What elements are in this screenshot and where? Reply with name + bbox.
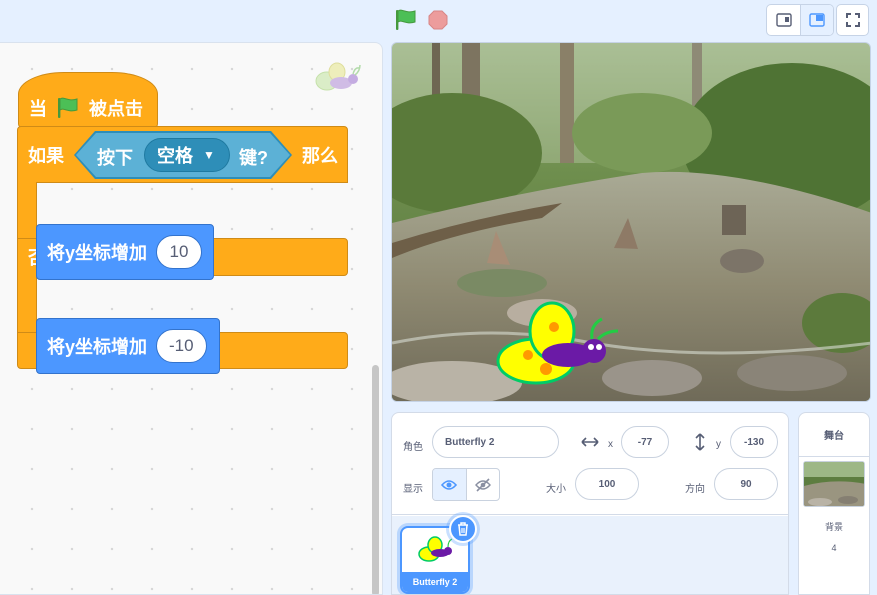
- delete-sprite-button[interactable]: [449, 515, 477, 543]
- key-dropdown-value: 空格: [157, 146, 193, 166]
- stage-title: 舞台: [799, 413, 869, 457]
- trash-icon: [458, 522, 468, 536]
- stop-button[interactable]: [428, 10, 448, 30]
- normal-stage-icon: [809, 13, 825, 27]
- direction-field[interactable]: 90: [714, 468, 778, 500]
- green-flag-icon: [58, 97, 78, 118]
- green-flag-icon: [396, 9, 416, 30]
- stop-sign-icon: [428, 10, 448, 30]
- sprite-label: 角色: [403, 442, 423, 453]
- condition-prefix: 按下: [97, 148, 133, 168]
- vertical-arrows-icon: [695, 433, 705, 451]
- normal-stage-button[interactable]: [800, 5, 833, 35]
- sprite-name-field[interactable]: Butterfly 2: [432, 426, 559, 458]
- backdrops-count: 4: [831, 543, 837, 553]
- visibility-toggle: [432, 468, 500, 501]
- if-label: 如果: [28, 145, 64, 166]
- change-y-block-then[interactable]: 将y坐标增加 10: [36, 224, 214, 280]
- change-y-input-then[interactable]: 10: [156, 235, 203, 269]
- change-y-input-else[interactable]: -10: [156, 329, 207, 363]
- then-label: 那么: [302, 145, 338, 166]
- when-flag-clicked-block[interactable]: 当 被点击: [18, 72, 158, 128]
- stage-backdrop: [392, 43, 870, 401]
- y-label: y: [716, 439, 721, 450]
- stage-size-toggle: [766, 4, 834, 36]
- backdrop-thumbnail[interactable]: [803, 461, 865, 507]
- butterfly-thumbnail-icon: [418, 536, 453, 562]
- stage-selector[interactable]: 舞台 背景 4: [798, 412, 870, 595]
- size-label: 大小: [546, 484, 566, 495]
- hide-sprite-button[interactable]: [465, 469, 500, 500]
- chevron-down-icon: ▼: [203, 148, 215, 162]
- horizontal-arrows-icon: [581, 437, 599, 447]
- show-label: 显示: [403, 484, 423, 495]
- change-y-label: 将y坐标增加: [47, 243, 148, 263]
- sprite-watermark-icon: [315, 62, 361, 91]
- eye-icon: [441, 479, 458, 490]
- code-scrollbar[interactable]: [372, 365, 379, 594]
- size-field[interactable]: 100: [575, 468, 639, 500]
- show-sprite-button[interactable]: [433, 469, 466, 500]
- backdrop-thumbnail-image: [804, 462, 864, 506]
- x-position-field[interactable]: -77: [621, 426, 669, 458]
- green-flag-button[interactable]: [393, 8, 419, 32]
- hat-suffix: 被点击: [89, 99, 143, 119]
- sprite-info-panel: 角色 Butterfly 2 x -77 y -130 显示 大小 100 方向…: [391, 412, 789, 595]
- y-position-field[interactable]: -130: [730, 426, 778, 458]
- eye-slash-icon: [474, 477, 491, 492]
- sprite-info: 角色 Butterfly 2 x -77 y -130 显示 大小 100 方向…: [392, 413, 788, 515]
- stage-canvas[interactable]: [391, 42, 871, 402]
- condition-suffix: 键?: [239, 148, 268, 168]
- change-y-block-else[interactable]: 将y坐标增加 -10: [36, 318, 220, 374]
- change-y-label: 将y坐标增加: [47, 337, 148, 357]
- hat-prefix: 当: [29, 99, 47, 119]
- backdrops-label: 背景: [824, 522, 843, 532]
- key-dropdown[interactable]: 空格 ▼: [144, 138, 230, 172]
- if-else-spine: [17, 182, 37, 239]
- small-stage-button[interactable]: [767, 5, 800, 35]
- direction-label: 方向: [685, 484, 705, 495]
- if-else-spine: [17, 275, 37, 333]
- fullscreen-button[interactable]: [836, 4, 869, 36]
- fullscreen-icon: [845, 13, 860, 27]
- sprite-tile-name: Butterfly 2: [402, 572, 468, 592]
- x-label: x: [608, 439, 613, 450]
- small-stage-icon: [775, 13, 792, 27]
